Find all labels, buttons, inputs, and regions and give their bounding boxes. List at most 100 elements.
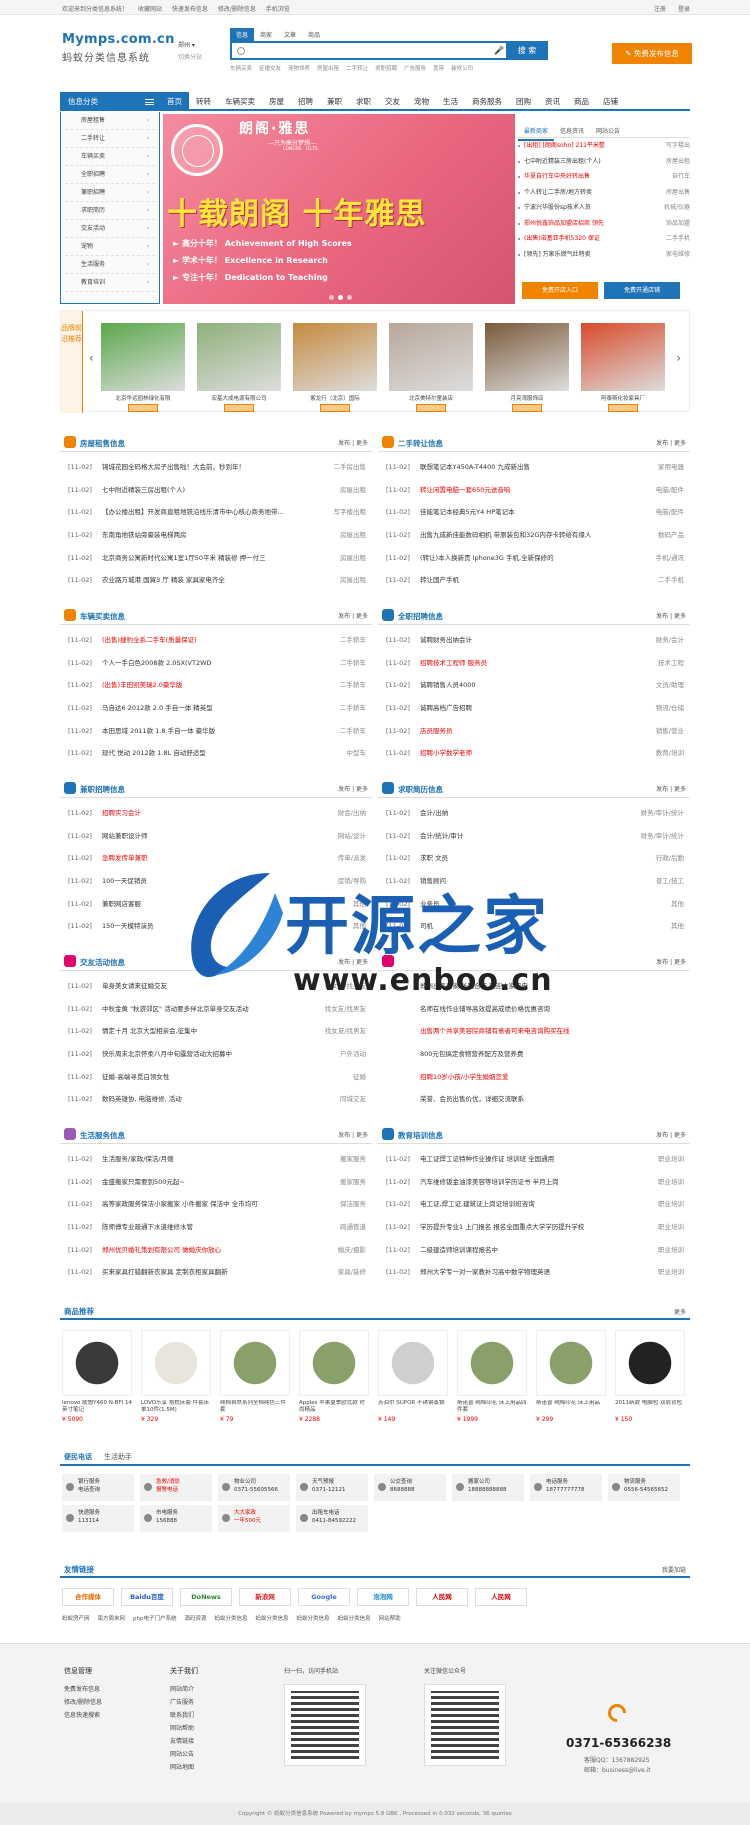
goods-item[interactable]: 纯棉自然系列全棉纯色三件套 ¥ 79 [220, 1330, 290, 1423]
panel-more-link[interactable]: 发布 | 更多 [656, 1130, 686, 1139]
list-item[interactable]: [11-02] 征婚-高端寻觅白领女性 征婚 [60, 1066, 372, 1089]
list-item-title[interactable]: 征婚-高端寻觅白领女性 [102, 1066, 312, 1089]
list-item[interactable]: [11-02] 情定十月 北京大型相亲会,征集中 找女友/找男友 [60, 1020, 372, 1043]
goods-name[interactable]: Apples 苹果夏季欧式款 时尚精品 [299, 1400, 369, 1414]
recommend-item[interactable]: 宏基大成电源有限公司 [197, 323, 281, 412]
list-item[interactable]: 荣誉、会员出售价优，详细交流联系 [378, 1088, 690, 1111]
list-item[interactable]: [11-02] 招聘小学数学老师 教育/培训 [378, 742, 690, 765]
category-item[interactable]: 交友活动 [65, 220, 155, 238]
list-item-category[interactable]: 网站/设计 [338, 825, 366, 848]
list-item[interactable]: [11-02] 会计/统计/审计 财务/审计/统计 [378, 825, 690, 848]
panel-title[interactable]: 交友活动信息 [80, 957, 125, 968]
phone-card[interactable]: 物业公司 0371-55605566 [218, 1474, 290, 1501]
list-item[interactable]: [11-02] 郑州大学专一对一家教补习高中数学物理英语 职业培训 [378, 1261, 690, 1284]
recommend-item[interactable]: 月亮湾服饰店 [485, 323, 569, 412]
prev-arrow-icon[interactable]: ‹ [89, 351, 94, 365]
slide-dots[interactable] [327, 294, 354, 302]
login-link[interactable]: 登录 [678, 6, 690, 13]
friend-link-text[interactable]: 蚂蚁分类信息 [256, 1616, 289, 1622]
hot-keyword[interactable]: 车辆买卖 [230, 66, 252, 72]
panel-title[interactable]: 全职招聘信息 [398, 611, 443, 622]
list-item-title[interactable]: 东南角地铁站旁豪装电梯两房 [102, 524, 312, 547]
city-switch-link[interactable]: 切换分站 [178, 52, 202, 61]
list-item-title[interactable]: 招聘10岁小孩/小学生婚姻恋爱 [420, 1066, 630, 1089]
search-tab-goods[interactable]: 商品 [302, 28, 326, 41]
panel-more-link[interactable]: 发布 | 更多 [338, 611, 368, 620]
list-item-title[interactable]: 会计/出纳 [420, 802, 630, 825]
post-free-button[interactable]: ✎ 免费发布信息 [612, 43, 692, 64]
phone-card[interactable]: 银行服务 电话查询 [62, 1474, 134, 1501]
panel-title[interactable]: 生活服务信息 [80, 1130, 125, 1141]
panel-more-link[interactable]: 发布 | 更多 [656, 957, 686, 966]
list-item-category[interactable]: 财务/审计/统计 [641, 825, 684, 848]
list-item-category[interactable]: 行政/后勤 [656, 847, 684, 870]
list-item-category[interactable]: 二手手机 [658, 569, 684, 592]
category-item[interactable]: 生活服务 [65, 256, 155, 274]
goods-item[interactable]: 2011新款 电脑包 双肩背包 ¥ 150 [615, 1330, 685, 1423]
list-item-category[interactable]: 教育/培训 [656, 742, 684, 765]
goods-image[interactable] [536, 1330, 606, 1396]
goods-image[interactable] [457, 1330, 527, 1396]
list-item-title[interactable]: 联想笔记本Y450A-T4400 九成新出售 [420, 456, 630, 479]
mobile-link[interactable]: 手机浏览 [266, 6, 290, 13]
list-item-category[interactable]: 家具/装修 [338, 1261, 366, 1284]
footer-link[interactable]: 修改/删除信息 [64, 1697, 102, 1710]
hot-keyword[interactable]: 房屋出租 [317, 66, 339, 72]
list-item-title[interactable]: 快乐周末北京怀柔八月中旬露营活动大招募中 [102, 1043, 312, 1066]
nav-item[interactable]: 商品 [567, 92, 596, 111]
phone-card[interactable]: 出租车电话 0411-84592222 [296, 1505, 368, 1532]
goods-image[interactable] [299, 1330, 369, 1396]
recommend-tag[interactable] [224, 404, 254, 412]
list-item[interactable]: [11-02] 转让国产手机 二手手机 [378, 569, 690, 592]
panel-more-link[interactable]: 发布 | 更多 [656, 611, 686, 620]
nav-item[interactable]: 店铺 [596, 92, 625, 111]
list-item[interactable]: [11-02] 电工证,焊工证,建筑证上岗证培训班咨询 职业培训 [378, 1193, 690, 1216]
friend-link-text[interactable]: 源码资源 [185, 1616, 207, 1622]
list-item-title[interactable]: 佳能笔记本经典5元Y4 HP笔记本 [420, 501, 630, 524]
list-item-category[interactable]: 电脑/配件 [656, 479, 684, 502]
notice-title[interactable]: 宁波兴华股份sp技术人员 [524, 200, 639, 216]
list-item[interactable]: [11-02] 学历提升专业1 上门报名 报名全国重点大学学历提升学校 职业培训 [378, 1216, 690, 1239]
list-item[interactable]: [11-02] 个人一手白色2008款 2.0SX(VT2WD 二手轿车 [60, 652, 372, 675]
recommend-tag[interactable] [608, 404, 638, 412]
microphone-icon[interactable]: 🎤 [494, 46, 504, 55]
list-item-category[interactable]: 二手轿车 [340, 697, 366, 720]
list-item-category[interactable]: 职业培训 [658, 1193, 684, 1216]
goods-item[interactable]: LOVO乐享 抱枕床套 件套床单10件(1.5M) ¥ 329 [141, 1330, 211, 1423]
recommend-image[interactable] [581, 323, 665, 391]
footer-link[interactable]: 网站简介 [170, 1684, 198, 1697]
goods-item[interactable]: 斯诺普 纯棉印花 床上用品四件套 ¥ 1999 [457, 1330, 527, 1423]
friend-link-logo[interactable]: 泡泡网 [357, 1588, 409, 1606]
list-item-title[interactable]: 会计/统计/审计 [420, 825, 630, 848]
search-tab-article[interactable]: 文章 [278, 28, 302, 41]
list-item[interactable]: [11-02] 北京商务公寓新时代公寓1室1厅50平米 精装修 押一付三 房屋出租 [60, 547, 372, 570]
list-item[interactable]: [11-02] 数码英雄协, 电脑维修, 活动 同城交友 [60, 1088, 372, 1111]
panel-title[interactable]: 二手转让信息 [398, 438, 443, 449]
phone-card[interactable]: 电话服务 18777777778 [530, 1474, 602, 1501]
category-item[interactable]: 二手转让 [65, 130, 155, 148]
tab-life-helper[interactable]: 生活助手 [104, 1452, 132, 1462]
list-item-title[interactable]: 郑州大学专一对一家教补习高中数学物理英语 [420, 1261, 630, 1284]
tab-announcements[interactable]: 网站公告 [590, 122, 626, 139]
goods-more-link[interactable]: 更多 [674, 1307, 686, 1316]
recommend-item[interactable]: 阿泰斯化妆家具厂 [581, 323, 665, 412]
notice-title[interactable]: [领先] 万家乐燃气灶特卖 [524, 247, 639, 263]
recommend-caption[interactable]: 北京华远园林绿化有限 [101, 394, 185, 402]
list-item-title[interactable]: 马自达6 2012款 2.0 手自一体 精英型 [102, 697, 312, 720]
notice-row[interactable]: 七中附近精装三房出租(个人) 房屋出租 [518, 154, 690, 170]
recommend-caption[interactable]: 紫龙行（北京）国际 [293, 394, 377, 402]
list-item-title[interactable]: 800元包搞定食物营养配方及营养费 [420, 1043, 630, 1066]
list-item[interactable]: [11-02] 店员服务员 销售/营业 [378, 720, 690, 743]
list-item-title[interactable]: 北京商务公寓新时代公寓1室1厅50平米 精装修 押一付三 [102, 547, 312, 570]
list-item-category[interactable]: 其他 [671, 893, 684, 916]
list-item-category[interactable]: 二手轿车 [340, 674, 366, 697]
list-item[interactable]: [11-02] 电工证焊工证特种作业操作证 培训班 全国通用 职业培训 [378, 1148, 690, 1171]
friend-link-text[interactable]: 蚂蚁分类信息 [297, 1616, 330, 1622]
footer-link[interactable]: 信息快速搜索 [64, 1710, 102, 1723]
list-item-category[interactable]: 征婚 [353, 1066, 366, 1089]
hot-keyword[interactable]: 宽带 [433, 66, 444, 72]
list-item-title[interactable]: 诚聘财务出纳会计 [420, 629, 630, 652]
footer-link[interactable]: 网站公告 [170, 1749, 198, 1762]
list-item-title[interactable]: 陈师傅专业疏通下水道维修水管 [102, 1216, 312, 1239]
goods-name[interactable]: 斯诺普 纯棉印花 床上用品 [536, 1400, 606, 1414]
